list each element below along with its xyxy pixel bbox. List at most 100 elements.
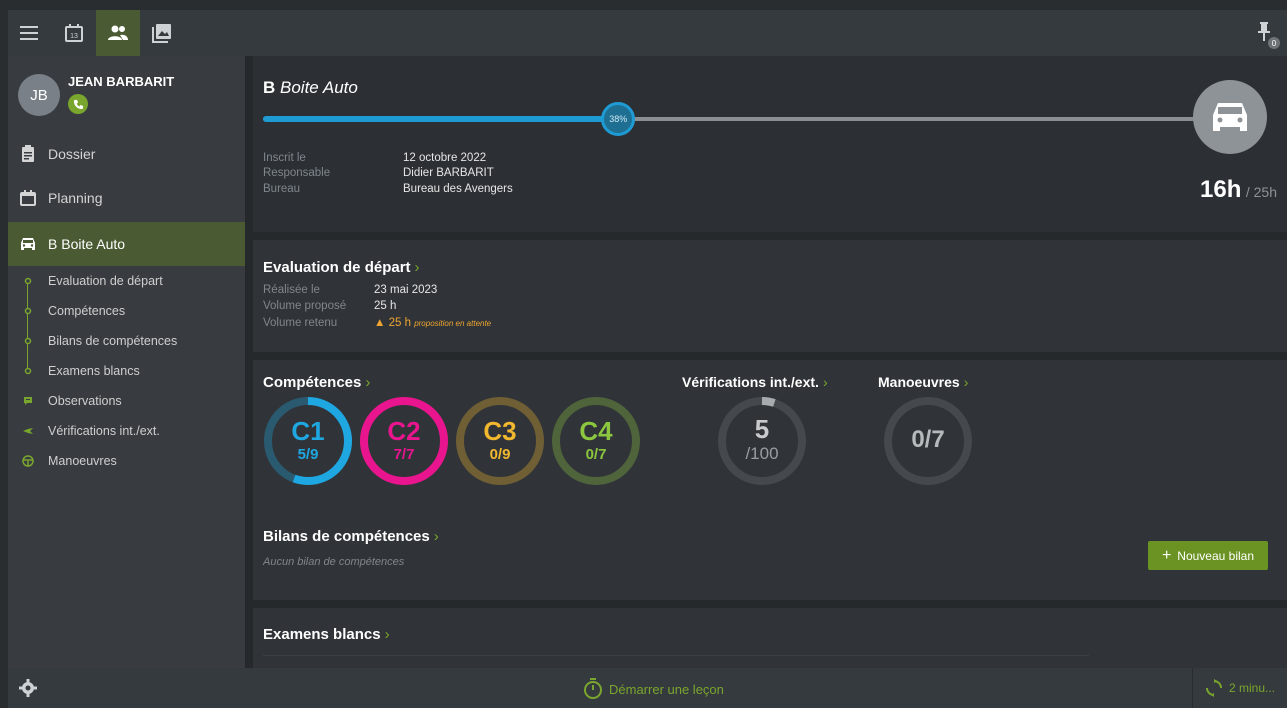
bilans-title[interactable]: Bilans de compétences › (263, 528, 439, 545)
competence-ring-c1[interactable]: C1 5/9 (263, 396, 353, 486)
sidebar-item-b-boite-auto[interactable]: B Boite Auto (8, 222, 245, 266)
clipboard-icon (8, 145, 48, 163)
competences-title[interactable]: Compétences › (263, 374, 370, 391)
verifications-total: /100 (745, 444, 779, 463)
subnav-manoeuvres[interactable]: Manoeuvres (8, 446, 245, 476)
divider (263, 655, 1089, 656)
field-value-warning: ▲ 25 h proposition en attente (374, 317, 491, 329)
ring-code: C4 (579, 416, 613, 446)
ring-fraction: 0/7 (585, 446, 607, 463)
pin-button[interactable]: 0 (1255, 20, 1281, 50)
progress-percent: 38% (601, 102, 636, 136)
field-value: Bureau des Avengers (403, 183, 513, 195)
subnav-verifications[interactable]: Vérifications int./ext. (8, 416, 245, 446)
field-key: Responsable (263, 167, 331, 179)
field-value: 23 mai 2023 (374, 284, 438, 296)
car-icon (1213, 103, 1247, 131)
chevron-right-icon: › (963, 374, 969, 390)
verifications-ring[interactable]: 5 /100 (717, 396, 807, 486)
field-row: Bureau Bureau des Avengers (263, 183, 663, 197)
volume-retenu-value: 25 h (388, 317, 411, 329)
phone-button[interactable] (68, 94, 88, 114)
examens-title[interactable]: Examens blancs › (263, 626, 390, 643)
verifications-title[interactable]: Vérifications int./ext. › (682, 374, 828, 390)
subnav-examens[interactable]: Examens blancs (8, 356, 245, 386)
car-badge (1193, 80, 1267, 154)
calendar-button[interactable]: 13 (52, 10, 96, 56)
people-icon (108, 25, 128, 40)
steering-wheel-icon (8, 455, 48, 467)
car-icon (8, 237, 48, 251)
new-bilan-button[interactable]: + Nouveau bilan (1148, 541, 1268, 570)
formation-fields: Inscrit le 12 octobre 2022 Responsable Did… (263, 152, 663, 202)
bilans-title-text: Bilans de compétences (263, 528, 430, 545)
user-header: JB JEAN BARBARIT (8, 56, 245, 128)
sync-label: 2 minu... (1228, 681, 1276, 695)
new-bilan-label: Nouveau bilan (1177, 548, 1255, 563)
pin-badge: 0 (1272, 39, 1277, 48)
competences-card: Compétences › Vérifications int./ext. › Ma… (253, 360, 1287, 600)
subnav-label: Evaluation de départ (48, 274, 163, 288)
wrench-icon (8, 427, 48, 435)
gallery-button[interactable] (140, 10, 184, 56)
phone-icon (73, 99, 83, 109)
sidebar-item-label: Planning (48, 190, 103, 206)
menu-button[interactable] (8, 10, 52, 56)
sidebar-item-planning[interactable]: Planning (8, 176, 245, 220)
evaluation-title[interactable]: Evaluation de départ › (263, 259, 420, 276)
bilans-empty: Aucun bilan de compétences (263, 556, 405, 568)
chevron-right-icon: › (384, 626, 390, 643)
top-bar: 13 0 (8, 10, 1287, 56)
field-row: Inscrit le 12 octobre 2022 (263, 152, 663, 166)
stopwatch-icon (584, 678, 602, 699)
volume-retenu-note: proposition en attente (414, 319, 492, 328)
subnav-label: Vérifications int./ext. (48, 424, 160, 438)
manoeuvres-ring[interactable]: 0/7 (883, 396, 973, 486)
sidebar-item-dossier[interactable]: Dossier (8, 132, 245, 176)
calendar-icon (8, 190, 48, 206)
circle-icon (8, 367, 48, 375)
gallery-icon (152, 24, 171, 43)
field-row: Réalisée le 23 mai 2023 (263, 284, 763, 298)
settings-button[interactable] (18, 678, 38, 703)
evaluation-title-text: Evaluation de départ (263, 259, 411, 276)
sync-button[interactable]: 2 minu... (1192, 668, 1287, 708)
pin-icon: 0 (1258, 22, 1280, 49)
subnav-evaluation[interactable]: Evaluation de départ (8, 266, 245, 296)
competence-ring-c3[interactable]: C3 0/9 (455, 396, 545, 486)
manoeuvres-title[interactable]: Manoeuvres › (878, 374, 968, 390)
evaluation-fields: Réalisée le 23 mai 2023 Volume proposé 25 … (263, 284, 763, 334)
subnav-observations[interactable]: Observations (8, 386, 245, 416)
sync-icon (1205, 679, 1222, 697)
sidebar-item-label: Dossier (48, 146, 96, 162)
competence-ring-c2[interactable]: C2 7/7 (359, 396, 449, 486)
subnav-label: Compétences (48, 304, 126, 318)
chevron-right-icon: › (433, 528, 439, 545)
main-content: B Boite Auto 38% 16h / 25h Inscrit le 12 … (245, 56, 1287, 668)
formation-title: B Boite Auto (263, 78, 358, 98)
subnav-label: Bilans de compétences (48, 334, 178, 348)
comment-icon (8, 396, 48, 406)
bottom-bar: Démarrer une leçon 2 minu... (8, 668, 1287, 708)
calendar-day-label: 13 (70, 33, 78, 40)
field-key: Inscrit le (263, 152, 306, 164)
start-lesson-label: Démarrer une leçon (609, 681, 724, 697)
manoeuvres-title-text: Manoeuvres (878, 374, 960, 390)
field-value: 12 octobre 2022 (403, 152, 487, 164)
formation-title-bold: B (263, 78, 276, 97)
ring-code: C1 (291, 416, 325, 446)
chevron-right-icon: › (822, 374, 828, 390)
people-button[interactable] (96, 10, 140, 56)
field-row: Volume retenu ▲ 25 h proposition en atte… (263, 317, 763, 331)
app: 13 0 JB JEAN BARBARIT Dossier Planning B… (0, 0, 1287, 708)
subnav-label: Examens blancs (48, 364, 140, 378)
subnav-bilans[interactable]: Bilans de compétences (8, 326, 245, 356)
subnav-competences[interactable]: Compétences (8, 296, 245, 326)
competence-ring-c4[interactable]: C4 0/7 (551, 396, 641, 486)
field-row: Volume proposé 25 h (263, 300, 763, 314)
avatar[interactable]: JB (18, 74, 60, 116)
field-row: Responsable Didier BARBARIT (263, 167, 663, 181)
start-lesson-button[interactable]: Démarrer une leçon (583, 678, 724, 700)
field-value: Didier BARBARIT (403, 167, 494, 179)
user-name: JEAN BARBARIT (68, 74, 175, 89)
